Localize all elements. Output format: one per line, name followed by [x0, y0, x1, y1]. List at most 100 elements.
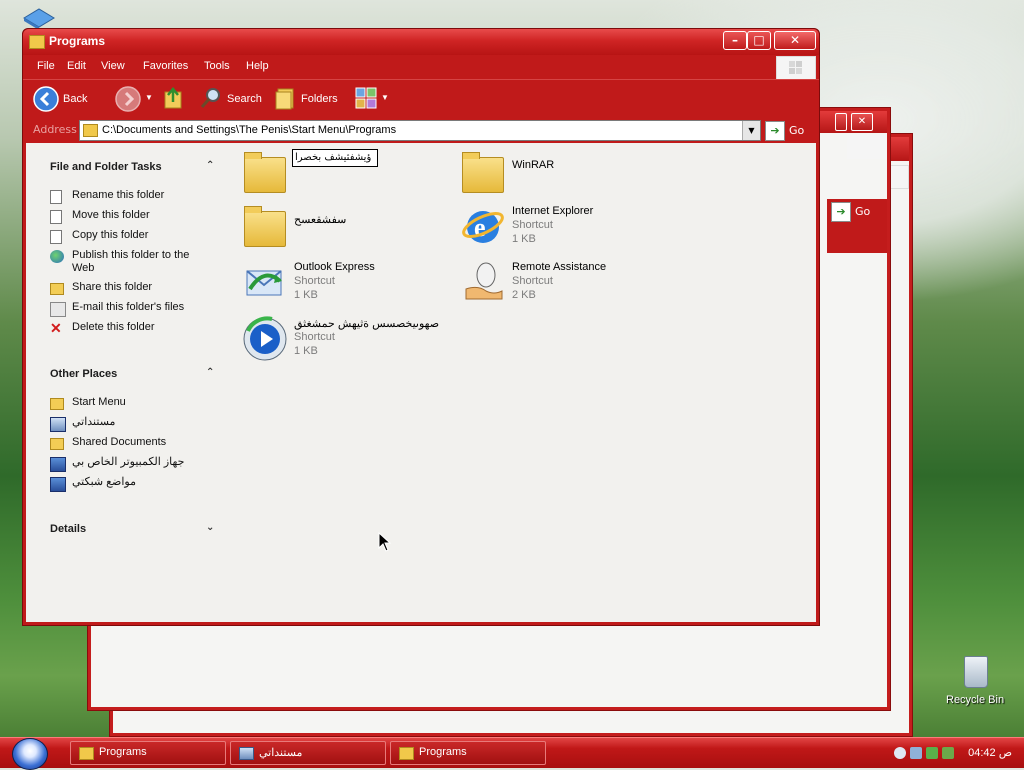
file-name: WinRAR — [512, 159, 555, 171]
place-label: مواضع شبكتي — [72, 476, 136, 488]
go-button[interactable]: Go — [789, 124, 804, 137]
menu-help[interactable]: Help — [246, 60, 269, 72]
folder-icon — [460, 149, 506, 195]
delete-icon: ✕ — [50, 320, 62, 336]
file-item[interactable]: Outlook Express Shortcut 1 KB — [242, 259, 452, 311]
up-folder-button[interactable] — [163, 86, 187, 112]
internet-explorer-icon: e — [460, 203, 506, 249]
forward-dropdown-icon[interactable]: ▼ — [145, 93, 153, 102]
task-pane: File and Folder Tasks ⌃ Rename this fold… — [26, 143, 232, 622]
recycle-bin-icon — [964, 656, 988, 688]
folder-icon — [83, 124, 98, 137]
address-label: Address — [33, 123, 77, 136]
taskbar-item-programs-2[interactable]: Programs — [390, 741, 546, 765]
clock[interactable]: 04:42 ص — [968, 746, 1012, 759]
folder-icon — [399, 747, 414, 760]
background-go-label[interactable]: Go — [855, 205, 870, 218]
collapse-chevron-icon[interactable]: ⌃ — [206, 160, 214, 171]
folder-icon — [29, 35, 45, 49]
other-places-title[interactable]: Other Places — [50, 368, 117, 380]
menu-edit[interactable]: Edit — [67, 60, 86, 72]
file-item[interactable]: e Internet Explorer Shortcut 1 KB — [460, 203, 670, 255]
details-title[interactable]: Details — [50, 523, 86, 535]
back-button[interactable]: Back — [33, 86, 113, 112]
task-label: Move this folder — [72, 209, 150, 221]
file-name: Outlook Express — [294, 261, 375, 273]
file-size: 2 KB — [512, 289, 536, 301]
maximize-button[interactable]: □ — [747, 31, 771, 50]
folders-label: Folders — [301, 93, 338, 105]
address-input[interactable]: C:\Documents and Settings\The Penis\Star… — [79, 120, 761, 141]
file-item[interactable]: ؤيشفثيشف بخصرا — [242, 149, 452, 201]
file-item[interactable]: Remote Assistance Shortcut 2 KB — [460, 259, 670, 311]
tray-user-icon[interactable] — [910, 747, 922, 759]
taskbar-item-my-documents[interactable]: مستنداتي — [230, 741, 386, 765]
taskbar-item-programs-1[interactable]: Programs — [70, 741, 226, 765]
my-computer-icon — [50, 457, 66, 472]
search-label: Search — [227, 93, 262, 105]
file-size: 1 KB — [512, 233, 536, 245]
tray-security-icon[interactable] — [926, 747, 938, 759]
windows-logo-icon — [776, 56, 816, 80]
task-label: Publish this folder to the Web — [72, 249, 190, 274]
file-item[interactable]: سفشقعسح — [242, 203, 452, 255]
file-name: Internet Explorer — [512, 205, 594, 217]
desktop-icon[interactable] — [22, 6, 56, 30]
folder-icon — [79, 747, 94, 760]
mouse-cursor-icon — [378, 532, 392, 552]
file-size: 1 KB — [294, 345, 318, 357]
views-button[interactable]: ▼ — [355, 86, 391, 112]
file-name: سفشقعسح — [294, 214, 347, 226]
menu-view[interactable]: View — [101, 60, 125, 72]
tray-update-icon[interactable] — [942, 747, 954, 759]
expand-chevron-icon[interactable]: ⌄ — [206, 522, 214, 533]
forward-arrow-icon — [115, 86, 141, 112]
file-item[interactable]: WinRAR — [460, 149, 670, 201]
views-dropdown-icon[interactable]: ▼ — [381, 93, 389, 102]
rename-input[interactable]: ؤيشفثيشف بخصرا — [292, 149, 378, 167]
task-label: Copy this folder — [72, 229, 149, 241]
forward-button[interactable]: ▼ — [115, 86, 155, 112]
background-go-icon[interactable]: ➔ — [831, 202, 851, 222]
background-frame-strip — [827, 223, 887, 253]
window-title: Programs — [49, 34, 106, 48]
file-name: صهوىيخصسس ةثيهش حمشغثق — [294, 318, 440, 330]
task-label: E-mail this folder's files — [72, 301, 185, 313]
system-tray: 04:42 ص — [890, 738, 1024, 768]
file-item[interactable]: صهوىيخصسس ةثيهش حمشغثق Shortcut 1 KB — [242, 315, 452, 367]
go-arrow-icon[interactable]: ➔ — [765, 121, 785, 141]
place-label: Shared Documents — [72, 436, 167, 448]
place-label: جهاز الكمبيوتر الخاص بي — [72, 456, 185, 468]
file-type: Shortcut — [294, 331, 335, 343]
folder-icon — [242, 149, 288, 195]
views-icon — [355, 87, 377, 109]
recycle-bin-label: Recycle Bin — [946, 694, 1005, 706]
move-icon — [50, 210, 62, 224]
file-list: ؤيشفثيشف بخصرا WinRAR سفشقعسح e Internet… — [240, 143, 816, 622]
file-folder-tasks-title[interactable]: File and Folder Tasks — [50, 161, 162, 173]
close-button[interactable]: ✕ — [774, 31, 816, 50]
collapse-chevron-icon[interactable]: ⌃ — [206, 367, 214, 378]
menu-file[interactable]: File — [37, 60, 55, 72]
rename-icon — [50, 190, 62, 204]
background-close-button[interactable]: ✕ — [851, 113, 873, 131]
menu-tools[interactable]: Tools — [204, 60, 230, 72]
start-button[interactable] — [12, 738, 48, 770]
tray-network-icon[interactable] — [894, 747, 906, 759]
email-icon — [50, 302, 66, 317]
address-dropdown-icon[interactable]: ▼ — [742, 121, 760, 140]
title-bar[interactable]: Programs – □ ✕ — [23, 29, 819, 55]
folders-button[interactable]: Folders — [275, 86, 345, 112]
up-folder-icon — [164, 87, 182, 109]
outlook-express-icon — [242, 259, 288, 305]
taskbar: Programs مستنداتي Programs 04:42 ص — [0, 737, 1024, 770]
minimize-button[interactable]: – — [723, 31, 747, 50]
background-maximize-button[interactable] — [835, 113, 847, 131]
file-type: Shortcut — [512, 219, 553, 231]
back-label: Back — [63, 93, 88, 105]
task-publish-web[interactable]: Publish this folder to the Web — [50, 249, 220, 277]
place-label: Start Menu — [72, 396, 126, 408]
menu-favorites[interactable]: Favorites — [143, 60, 188, 72]
explorer-window[interactable]: Programs – □ ✕ File Edit View Favorites … — [22, 28, 820, 626]
search-button[interactable]: Search — [199, 86, 269, 112]
